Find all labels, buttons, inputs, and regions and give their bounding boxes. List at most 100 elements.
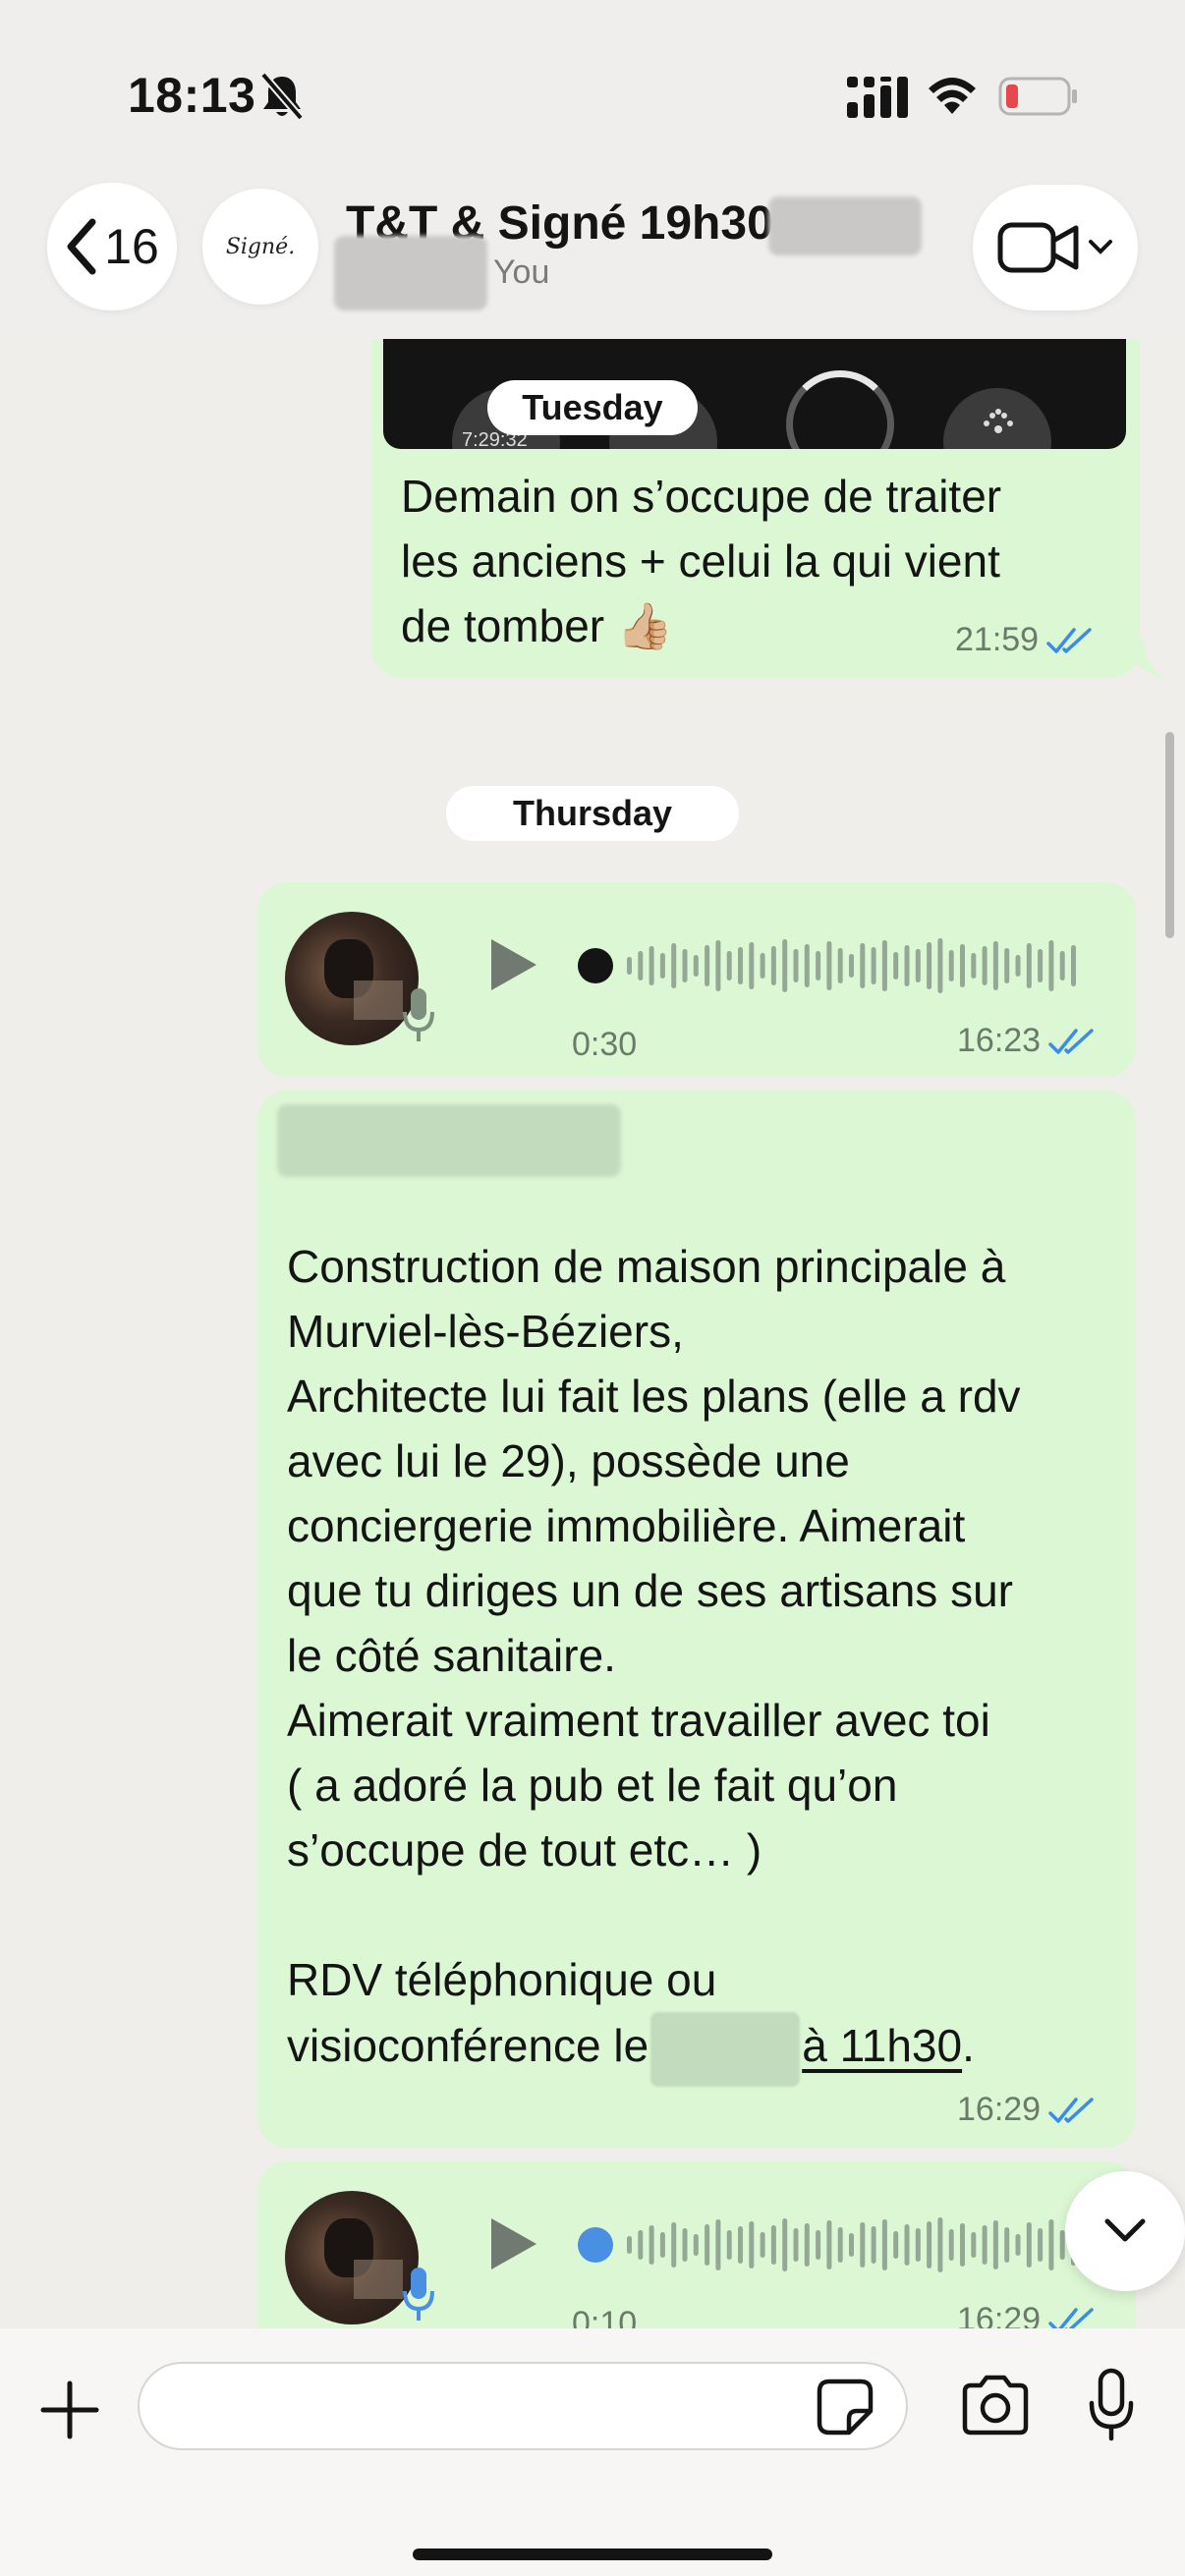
waveform-bar: [960, 2223, 965, 2267]
waveform-bar: [682, 949, 688, 982]
waveform-bar: [971, 2232, 977, 2258]
microphone-badge-icon: [403, 2268, 434, 2321]
chevron-left-icon: [67, 218, 96, 275]
waveform-bar: [915, 949, 921, 982]
battery-low-icon: [998, 77, 1077, 116]
bell-slash-icon: [259, 72, 305, 121]
waveform-bar: [770, 2225, 776, 2265]
waveform-bar: [1015, 955, 1021, 977]
waveform-bar: [904, 945, 910, 986]
message-time: 16:29: [957, 2091, 1042, 2128]
home-indicator: [413, 2548, 772, 2560]
waveform-bar: [1059, 951, 1065, 980]
waveform-bar: [804, 944, 810, 987]
waveform-bar: [693, 955, 699, 977]
scroll-to-bottom-button[interactable]: [1065, 2171, 1185, 2291]
microphone-icon[interactable]: [1087, 2368, 1136, 2442]
microphone-badge-icon: [403, 988, 434, 1041]
playhead: [578, 948, 613, 983]
waveform-bar: [1038, 949, 1044, 982]
message-meta: 16:23: [957, 1022, 1096, 1060]
waveform-bar: [726, 951, 732, 980]
cellular-signal-icon: [847, 77, 908, 118]
waveform-bar: [627, 957, 632, 975]
message-time: 21:59: [955, 621, 1040, 658]
waveform-bar: [671, 2222, 677, 2268]
waveform-bar: [1026, 2222, 1032, 2268]
video-call-button[interactable]: [973, 185, 1138, 310]
waveform-bar: [837, 2227, 843, 2263]
waveform-bar: [715, 940, 721, 991]
plus-icon[interactable]: [37, 2378, 102, 2442]
waveform-bar: [738, 2226, 743, 2264]
message-time-link[interactable]: à 11h30: [802, 2020, 962, 2071]
waveform-bar: [948, 2229, 954, 2261]
waveform-bar: [749, 2221, 755, 2268]
waveform-bar: [659, 953, 665, 979]
message-time: 16:23: [957, 1022, 1042, 1059]
waveform-bar: [937, 938, 943, 993]
waveform-bar: [1026, 943, 1032, 988]
waveform-bar: [682, 2228, 688, 2262]
waveform-bar: [948, 950, 954, 981]
sparkle-icon: [984, 409, 1013, 433]
waveform-bar: [705, 945, 710, 986]
unread-count: 16: [104, 219, 159, 274]
message-text-prefix: visioconférence le: [287, 2020, 649, 2072]
waveform-bar: [826, 2220, 832, 2269]
waveform-bar: [992, 941, 998, 990]
chat-header: 18:13 16 Signé. T&T & Signé 19h30 You: [0, 0, 1185, 339]
waveform-bar: [860, 2222, 866, 2268]
waveform-bar: [871, 2226, 876, 2264]
play-button-icon[interactable]: [485, 935, 540, 994]
scroll-indicator[interactable]: [1165, 732, 1174, 938]
waveform-bar: [982, 2225, 988, 2265]
waveform-bar: [937, 2217, 943, 2272]
waveform-bar: [1015, 2234, 1021, 2256]
message-input[interactable]: [138, 2362, 908, 2450]
waveform-bar: [971, 953, 977, 979]
waveform-bar: [1048, 2219, 1054, 2270]
waveform-bar: [849, 2233, 854, 2257]
waveform-bar: [927, 2221, 932, 2268]
waveform-bar: [1048, 940, 1054, 991]
group-avatar[interactable]: Signé.: [202, 189, 318, 305]
image-date-chip: Tuesday: [487, 380, 698, 435]
waveform-bar: [760, 2232, 765, 2258]
waveform-bar: [915, 2228, 921, 2262]
message-last-line: visioconférence le à 11h30.: [287, 2012, 1122, 2087]
waveform-bar: [893, 2231, 899, 2259]
wifi-icon: [929, 78, 976, 114]
waveform-bar: [749, 942, 755, 989]
date-separator: Thursday: [446, 786, 739, 841]
message-text-suffix: .: [962, 2020, 975, 2072]
camera-icon[interactable]: [959, 2374, 1032, 2436]
waveform-bar: [782, 939, 788, 992]
waveform-bar: [793, 949, 799, 982]
sticker-icon[interactable]: [816, 2378, 875, 2436]
play-button-icon[interactable]: [485, 2214, 540, 2273]
redacted-title: [768, 196, 922, 255]
waveform-bar: [992, 2220, 998, 2269]
redacted-contact-name: [277, 1104, 621, 1177]
waveform-bar: [881, 940, 887, 991]
waveform-bar: [715, 2219, 721, 2270]
image-attachment[interactable]: 7:29:32 Tuesday: [383, 339, 1126, 449]
waveform-bar: [770, 946, 776, 985]
waveform-bar: [893, 952, 899, 980]
voice-waveform[interactable]: [576, 2211, 1087, 2279]
playhead: [578, 2227, 613, 2263]
voice-waveform[interactable]: [576, 931, 1087, 1000]
waveform-bar: [860, 943, 866, 988]
waveform-bar: [1059, 2230, 1065, 2260]
waveform-bar: [1004, 2227, 1010, 2263]
waveform-bar: [726, 2230, 732, 2260]
waveform-bar: [649, 2225, 654, 2265]
waveform-bar: [705, 2224, 710, 2266]
read-receipt-icon: [1048, 1028, 1094, 1054]
waveform-bar: [849, 954, 854, 978]
waveform-bar: [1038, 2228, 1044, 2262]
waveform-bar: [659, 2232, 665, 2258]
back-button[interactable]: 16: [47, 183, 177, 310]
voice-duration: 0:30: [572, 1026, 638, 1063]
